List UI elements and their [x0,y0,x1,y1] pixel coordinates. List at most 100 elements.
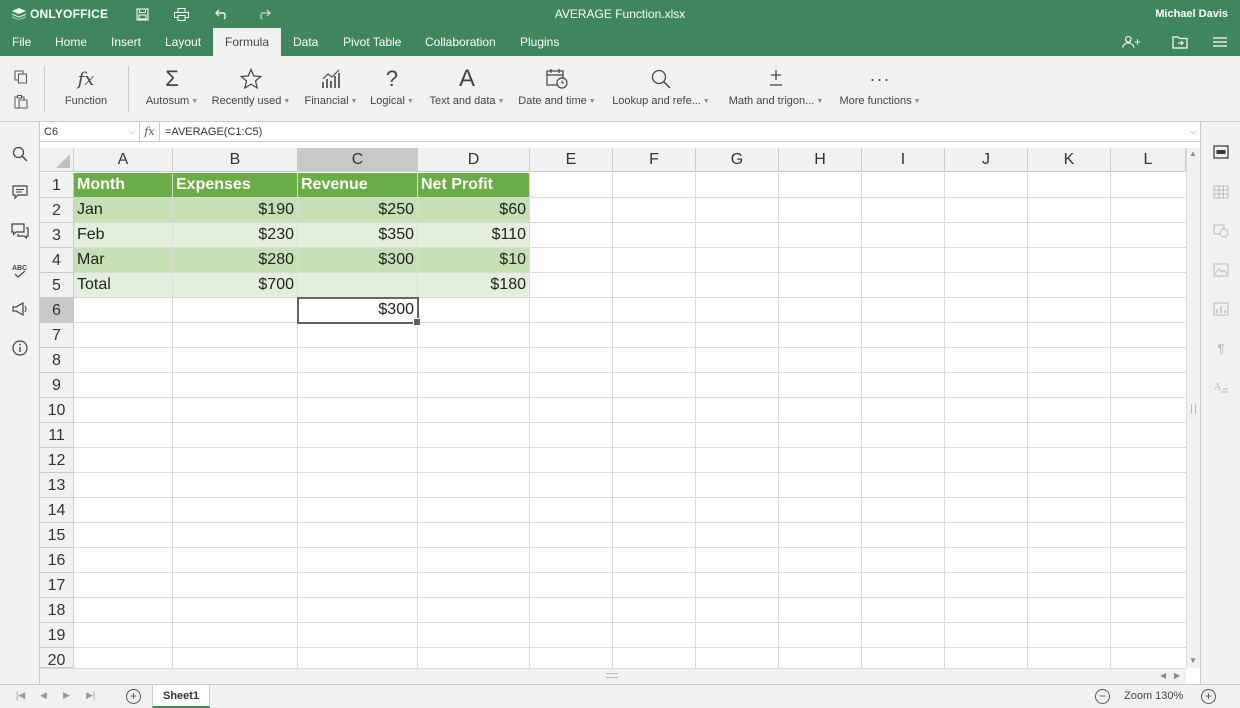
column-header-d[interactable]: D [418,148,530,172]
row-header-5[interactable]: 5 [40,273,74,298]
first-sheet-icon[interactable]: |◀ [16,690,25,701]
row-header-4[interactable]: 4 [40,248,74,273]
column-header-j[interactable]: J [945,148,1028,172]
scroll-down-icon[interactable]: ▼ [1189,656,1197,665]
tab-plugins[interactable]: Plugins [508,28,571,56]
comments-button[interactable] [10,182,30,202]
cell-c1[interactable]: Revenue [298,173,418,198]
chart-settings-button[interactable] [1211,299,1231,319]
row-header-17[interactable]: 17 [40,573,74,598]
row-header-18[interactable]: 18 [40,598,74,623]
chat-button[interactable] [10,221,30,241]
select-all-corner[interactable] [40,148,74,172]
cell-c4[interactable]: $300 [298,248,418,273]
text-art-settings-button[interactable]: A [1211,377,1231,397]
cell-b2[interactable]: $190 [173,198,298,223]
table-settings-button[interactable] [1211,182,1231,202]
row-header-19[interactable]: 19 [40,623,74,648]
column-header-a[interactable]: A [74,148,173,172]
column-header-e[interactable]: E [530,148,613,172]
horizontal-scroll-thumb[interactable] [606,673,618,678]
recently-used-button[interactable]: Recently used ▼ [208,64,294,114]
scroll-left-icon[interactable]: ◀ [1160,671,1166,680]
prev-sheet-icon[interactable]: ◀ [40,690,47,701]
cell-b1[interactable]: Expenses [173,173,298,198]
financial-button[interactable]: Financial ▼ [302,64,360,114]
shape-settings-button[interactable] [1211,221,1231,241]
column-header-b[interactable]: B [173,148,298,172]
logical-button[interactable]: ? Logical ▼ [367,64,417,114]
vertical-scroll-thumb[interactable] [1191,404,1196,414]
tab-file[interactable]: File [0,28,43,56]
paragraph-settings-button[interactable]: ¶ [1211,338,1231,358]
cell-a1[interactable]: Month [74,173,173,198]
next-sheet-icon[interactable]: ▶ [63,690,70,701]
cell-a2[interactable]: Jan [74,198,173,223]
row-header-16[interactable]: 16 [40,548,74,573]
scroll-up-icon[interactable]: ▲ [1189,149,1197,158]
image-settings-button[interactable] [1211,260,1231,280]
chevron-down-icon[interactable]: ⌵ [129,122,135,142]
tab-insert[interactable]: Insert [99,28,153,56]
cell-a5[interactable]: Total [74,273,173,298]
zoom-level[interactable]: Zoom 130% [1124,690,1183,702]
user-name[interactable]: Michael Davis [1155,8,1228,20]
sheet-tab-sheet1[interactable]: Sheet1 [152,685,211,708]
feedback-button[interactable] [10,299,30,319]
column-header-k[interactable]: K [1028,148,1111,172]
cell-b4[interactable]: $280 [173,248,298,273]
expand-formula-icon[interactable]: ⌵ [1190,122,1196,142]
tab-formula[interactable]: Formula [213,28,282,56]
row-header-10[interactable]: 10 [40,398,74,423]
cell-d5[interactable]: $180 [418,273,530,298]
row-header-2[interactable]: 2 [40,198,74,223]
cell-b5[interactable]: $700 [173,273,298,298]
zoom-out-button[interactable]: − [1095,689,1110,704]
cell-settings-button[interactable] [1211,142,1231,162]
column-header-l[interactable]: L [1111,148,1186,172]
cell-c2[interactable]: $250 [298,198,418,223]
cell-c3[interactable]: $350 [298,223,418,248]
zoom-in-button[interactable]: + [1201,689,1216,704]
cell-a4[interactable]: Mar [74,248,173,273]
formula-input[interactable]: =AVERAGE(C1:C5) [165,122,262,142]
scroll-right-icon[interactable]: ▶ [1174,671,1180,680]
spellcheck-button[interactable]: ABC [10,260,30,280]
column-header-c[interactable]: C [298,148,418,172]
row-header-15[interactable]: 15 [40,523,74,548]
row-header-3[interactable]: 3 [40,223,74,248]
column-header-h[interactable]: H [779,148,862,172]
cell-d3[interactable]: $110 [418,223,530,248]
cell-c5[interactable] [298,273,418,298]
search-button[interactable] [10,144,30,164]
tab-home[interactable]: Home [43,28,99,56]
insert-function-button[interactable]: fx Function [60,64,112,114]
cell-d2[interactable]: $60 [418,198,530,223]
about-button[interactable] [10,338,30,358]
column-header-f[interactable]: F [613,148,696,172]
cell-b3[interactable]: $230 [173,223,298,248]
add-sheet-button[interactable]: + [126,689,141,704]
column-header-g[interactable]: G [696,148,779,172]
copy-button[interactable] [12,68,30,86]
row-header-6[interactable]: 6 [40,298,74,323]
row-header-1[interactable]: 1 [40,173,74,198]
column-header-i[interactable]: I [862,148,945,172]
horizontal-scrollbar[interactable]: ◀ ▶ [40,668,1186,684]
lookup-reference-button[interactable]: Lookup and refe... ▼ [607,64,715,114]
insert-function-fx-icon[interactable]: fx [140,122,160,142]
cell-d4[interactable]: $10 [418,248,530,273]
vertical-scrollbar[interactable]: ▲ ▼ [1186,148,1200,668]
row-header-7[interactable]: 7 [40,323,74,348]
row-header-12[interactable]: 12 [40,448,74,473]
tab-pivot-table[interactable]: Pivot Table [331,28,413,56]
cell-a3[interactable]: Feb [74,223,173,248]
row-header-9[interactable]: 9 [40,373,74,398]
row-header-20[interactable]: 20 [40,648,74,668]
tab-layout[interactable]: Layout [153,28,213,56]
text-and-data-button[interactable]: A Text and data ▼ [426,64,508,114]
row-header-14[interactable]: 14 [40,498,74,523]
row-header-11[interactable]: 11 [40,423,74,448]
row-header-13[interactable]: 13 [40,473,74,498]
open-location-button[interactable] [1169,33,1191,51]
